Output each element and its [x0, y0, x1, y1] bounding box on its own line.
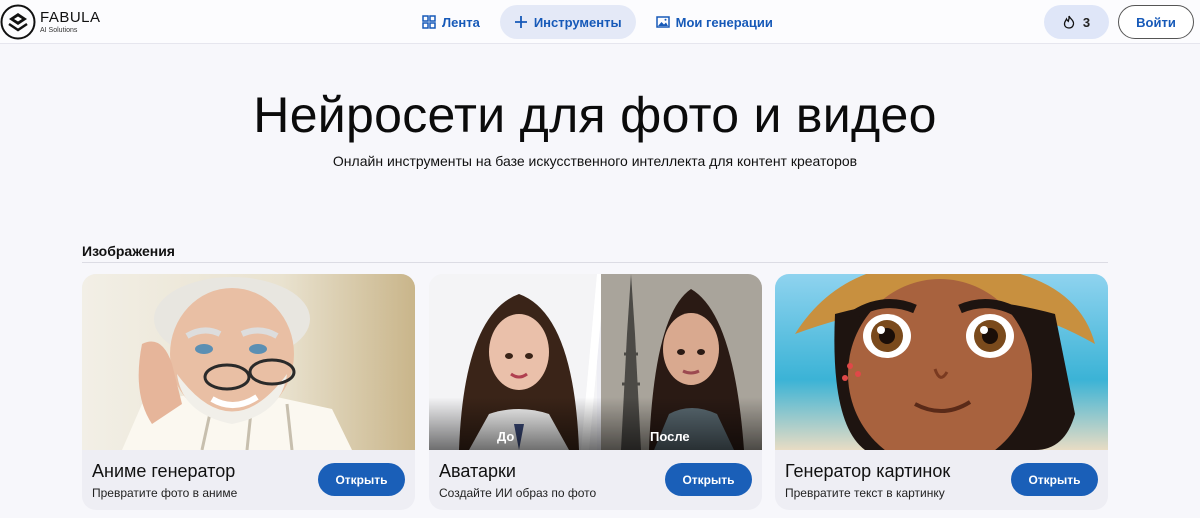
generator-preview-image: [775, 274, 1108, 450]
credits-badge[interactable]: 3: [1044, 5, 1109, 39]
card-title: Аватарки: [439, 461, 516, 481]
image-icon: [655, 16, 670, 28]
before-label: До: [497, 429, 515, 444]
card-description: Превратите фото в аниме: [92, 486, 238, 500]
open-image-generator-button[interactable]: Открыть: [1011, 463, 1098, 496]
tool-card-avatars[interactable]: До После Аватарки Создайте ИИ образ по ф…: [429, 274, 762, 510]
top-header: FABULA AI Solutions Лента Инструменты Мо…: [0, 0, 1200, 44]
section-divider: [82, 262, 1108, 263]
fabula-logo-icon: [0, 4, 36, 40]
credits-count: 3: [1082, 14, 1091, 30]
avatar-before-after-image: До После: [429, 274, 762, 450]
page-subtitle: Онлайн инструменты на базе искусственног…: [332, 153, 858, 169]
brand-name: FABULA: [40, 8, 101, 26]
brand-logo[interactable]: FABULA AI Solutions: [0, 4, 101, 40]
nav-my-generations[interactable]: Мои генерации: [642, 5, 787, 39]
nav-my-generations-label: Мои генерации: [675, 14, 773, 30]
nav-feed-label: Лента: [442, 14, 480, 30]
card-title: Генератор картинок: [785, 461, 951, 481]
after-label: После: [650, 429, 690, 444]
card-description: Создайте ИИ образ по фото: [439, 486, 597, 500]
nav-tools-label: Инструменты: [533, 14, 622, 30]
main-nav: Лента Инструменты Мои генерации: [408, 5, 793, 39]
section-title-images: Изображения: [82, 243, 175, 259]
nav-feed[interactable]: Лента: [408, 5, 494, 39]
anime-preview-image: [82, 274, 415, 450]
flame-icon: [1063, 15, 1075, 29]
tool-card-image-generator[interactable]: Генератор картинок Превратите текст в ка…: [775, 274, 1108, 510]
card-title: Аниме генератор: [92, 461, 236, 481]
login-button[interactable]: Войти: [1118, 5, 1194, 39]
grid-icon: [422, 15, 436, 29]
nav-tools[interactable]: Инструменты: [499, 5, 636, 39]
card-description: Превратите текст в картинку: [785, 486, 945, 500]
brand-tagline: AI Solutions: [40, 26, 78, 34]
page-title: Нейросети для фото и видео: [253, 87, 937, 143]
plus-icon: [514, 16, 527, 28]
tool-card-anime[interactable]: Аниме генератор Превратите фото в аниме …: [82, 274, 415, 510]
open-anime-button[interactable]: Открыть: [318, 463, 405, 496]
open-avatars-button[interactable]: Открыть: [665, 463, 752, 496]
